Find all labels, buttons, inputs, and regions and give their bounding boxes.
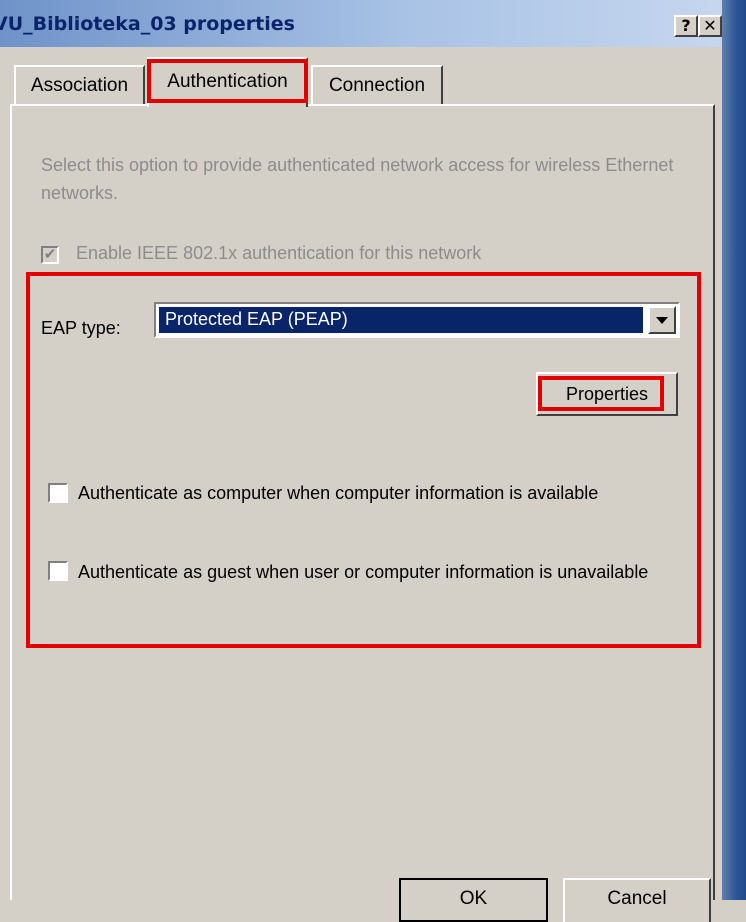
auth-as-computer-label: Authenticate as computer when computer i…	[78, 483, 599, 503]
eap-type-value: Protected EAP (PEAP)	[159, 307, 643, 333]
background-window-edge	[722, 0, 746, 900]
enable-8021x-label: Enable IEEE 802.1x authentication for th…	[76, 243, 482, 263]
tab-connection[interactable]: Connection	[311, 65, 443, 107]
auth-as-computer-checkbox[interactable]	[48, 483, 68, 503]
tab-authentication[interactable]: Authentication	[147, 57, 308, 107]
close-button[interactable]: ✕	[698, 15, 722, 37]
properties-button[interactable]: Properties	[536, 372, 678, 416]
auth-as-guest-checkbox[interactable]	[48, 561, 68, 581]
eap-type-label: EAP type:	[41, 318, 121, 338]
window-title: VU_Biblioteka_03 properties	[0, 13, 295, 35]
checkmark-icon: ✔	[43, 246, 57, 263]
cancel-button[interactable]: Cancel	[563, 878, 711, 922]
dropdown-arrow-icon[interactable]	[648, 306, 676, 334]
auth-description: Select this option to provide authentica…	[41, 155, 674, 203]
close-icon: ✕	[703, 16, 717, 35]
auth-as-guest-label: Authenticate as guest when user or compu…	[78, 562, 649, 582]
ok-button[interactable]: OK	[399, 878, 548, 922]
help-button[interactable]: ?	[674, 15, 698, 37]
tab-association[interactable]: Association	[14, 65, 145, 107]
title-bar: VU_Biblioteka_03 properties ? ✕	[0, 0, 746, 47]
eap-type-dropdown[interactable]: Protected EAP (PEAP)	[154, 302, 680, 338]
enable-8021x-checkbox[interactable]: ✔	[41, 246, 59, 264]
